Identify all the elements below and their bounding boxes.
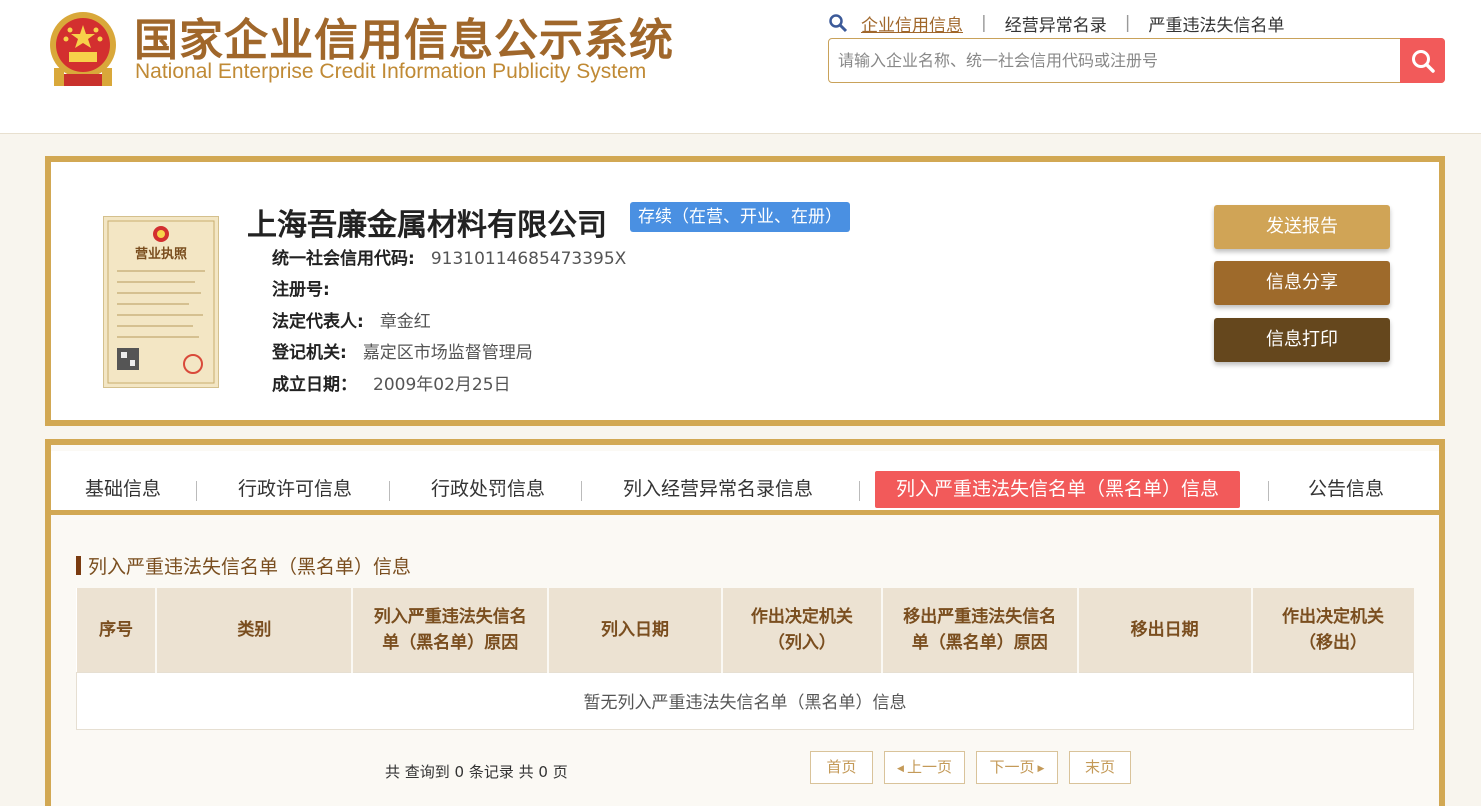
- info-value: 2009年02月25日: [373, 374, 511, 395]
- pager-prev-label: 上一页: [906, 758, 952, 776]
- link-separator: |: [1124, 13, 1131, 33]
- info-label: 统一社会信用代码:: [272, 249, 415, 269]
- tab-admin-penalty[interactable]: 行政处罚信息: [431, 471, 545, 508]
- pager-next-label: 下一页: [989, 758, 1035, 776]
- tab-announcements[interactable]: 公告信息: [1308, 471, 1384, 508]
- search-icon: [829, 14, 848, 33]
- link-blacklist[interactable]: 严重违法失信名单: [1148, 11, 1284, 36]
- info-value: 章金红: [379, 311, 431, 332]
- tab-separator: [196, 481, 197, 501]
- company-card: 营业执照 上海吾廉金属材料有限公司 存续（在营、开业、在册） 统一社会信用代码:…: [45, 156, 1445, 426]
- tab-separator: [1268, 481, 1269, 501]
- info-value: 91310114685473395X: [430, 249, 627, 269]
- national-emblem-icon: [50, 12, 116, 86]
- tab-abnormal-list[interactable]: 列入经营异常名录信息: [623, 471, 813, 508]
- pager-last-button[interactable]: 末页: [1069, 751, 1131, 784]
- info-label: 登记机关:: [272, 343, 347, 364]
- print-info-button[interactable]: 信息打印: [1214, 318, 1390, 362]
- search-input[interactable]: [829, 39, 1401, 82]
- info-row-legal-rep: 法定代表人: 章金红: [272, 307, 626, 338]
- info-row-established-date: 成立日期： 2009年02月25日: [272, 370, 626, 401]
- send-report-button[interactable]: 发送报告: [1214, 205, 1390, 249]
- search-button[interactable]: [1400, 38, 1445, 83]
- status-badge: 存续（在营、开业、在册）: [630, 202, 850, 232]
- pager-next-button[interactable]: 下一页 ▶: [976, 751, 1058, 784]
- column-header: 序号: [76, 588, 158, 672]
- share-info-button[interactable]: 信息分享: [1214, 261, 1390, 305]
- info-row-credit-code: 统一社会信用代码: 91310114685473395X: [272, 244, 626, 275]
- table-row: 暂无列入严重违法失信名单（黑名单）信息: [76, 671, 1414, 730]
- search-box: [828, 38, 1445, 83]
- tab-basic-info[interactable]: 基础信息: [85, 471, 161, 508]
- tab-separator: [859, 481, 860, 501]
- business-license-image: 营业执照: [103, 216, 219, 388]
- tab-bar: 基础信息 行政许可信息 行政处罚信息 列入经营异常名录信息 列入严重违法失信名单…: [51, 451, 1439, 515]
- tab-blacklist[interactable]: 列入严重违法失信名单（黑名单）信息: [875, 471, 1241, 508]
- search-icon: [1411, 49, 1435, 73]
- info-row-reg-authority: 登记机关: 嘉定区市场监督管理局: [272, 338, 626, 369]
- column-header: 作出决定机关 （移出）: [1251, 588, 1414, 672]
- caret-right-icon: ▶: [1037, 764, 1045, 774]
- site-title-en: National Enterprise Credit Information P…: [135, 60, 647, 83]
- link-abnormal-list[interactable]: 经营异常名录: [1005, 11, 1107, 36]
- info-label: 注册号:: [272, 280, 330, 301]
- link-separator: |: [981, 13, 987, 33]
- section-title-marker: [76, 555, 81, 575]
- info-row-reg-number: 注册号:: [272, 275, 626, 306]
- column-header: 作出决定机关 （列入）: [721, 588, 883, 672]
- info-label: 成立日期：: [272, 374, 357, 395]
- section-title: 列入严重违法失信名单（黑名单）信息: [76, 553, 412, 578]
- site-title-cn: 国家企业信用信息公示系统: [134, 15, 674, 66]
- pager-summary: 共 查询到 0 条记录 共 0 页: [385, 763, 568, 781]
- tab-separator: [581, 481, 582, 501]
- column-header: 列入严重违法失信名 单（黑名单）原因: [352, 588, 550, 672]
- pager-first-button[interactable]: 首页: [810, 751, 873, 784]
- section-title-text: 列入严重违法失信名单（黑名单）信息: [88, 555, 412, 578]
- info-label: 法定代表人:: [272, 311, 364, 332]
- info-value: 嘉定区市场监督管理局: [362, 343, 533, 364]
- company-info-list: 统一社会信用代码: 91310114685473395X 注册号: 法定代表人: 章…: [272, 244, 626, 401]
- column-header: 类别: [156, 588, 354, 672]
- pager-prev-button[interactable]: ◀ 上一页: [884, 751, 965, 784]
- link-enterprise-credit[interactable]: 企业信用信息: [861, 11, 963, 36]
- column-header: 移出日期: [1077, 588, 1253, 672]
- empty-message: 暂无列入严重违法失信名单（黑名单）信息: [76, 671, 1414, 730]
- detail-card: 基础信息 行政许可信息 行政处罚信息 列入经营异常名录信息 列入严重违法失信名单…: [45, 439, 1445, 806]
- top-links: 企业信用信息 | 经营异常名录 | 严重违法失信名单: [828, 10, 1284, 36]
- company-name: 上海吾廉金属材料有限公司: [247, 208, 607, 243]
- column-header: 移出严重违法失信名 单（黑名单）原因: [881, 588, 1079, 672]
- tab-admin-license[interactable]: 行政许可信息: [238, 471, 352, 508]
- column-header: 列入日期: [548, 588, 723, 672]
- table-header-row: 序号 类别 列入严重违法失信名 单（黑名单）原因 列入日期 作出决定机关 （列入） …: [76, 588, 1414, 672]
- caret-left-icon: ◀: [897, 764, 904, 774]
- blacklist-table: 序号 类别 列入严重违法失信名 单（黑名单）原因 列入日期 作出决定机关 （列入） …: [76, 588, 1414, 730]
- license-title: 营业执照: [135, 246, 187, 262]
- top-header: 国家企业信用信息公示系统 National Enterprise Credit …: [0, 0, 1481, 134]
- tab-separator: [389, 481, 390, 501]
